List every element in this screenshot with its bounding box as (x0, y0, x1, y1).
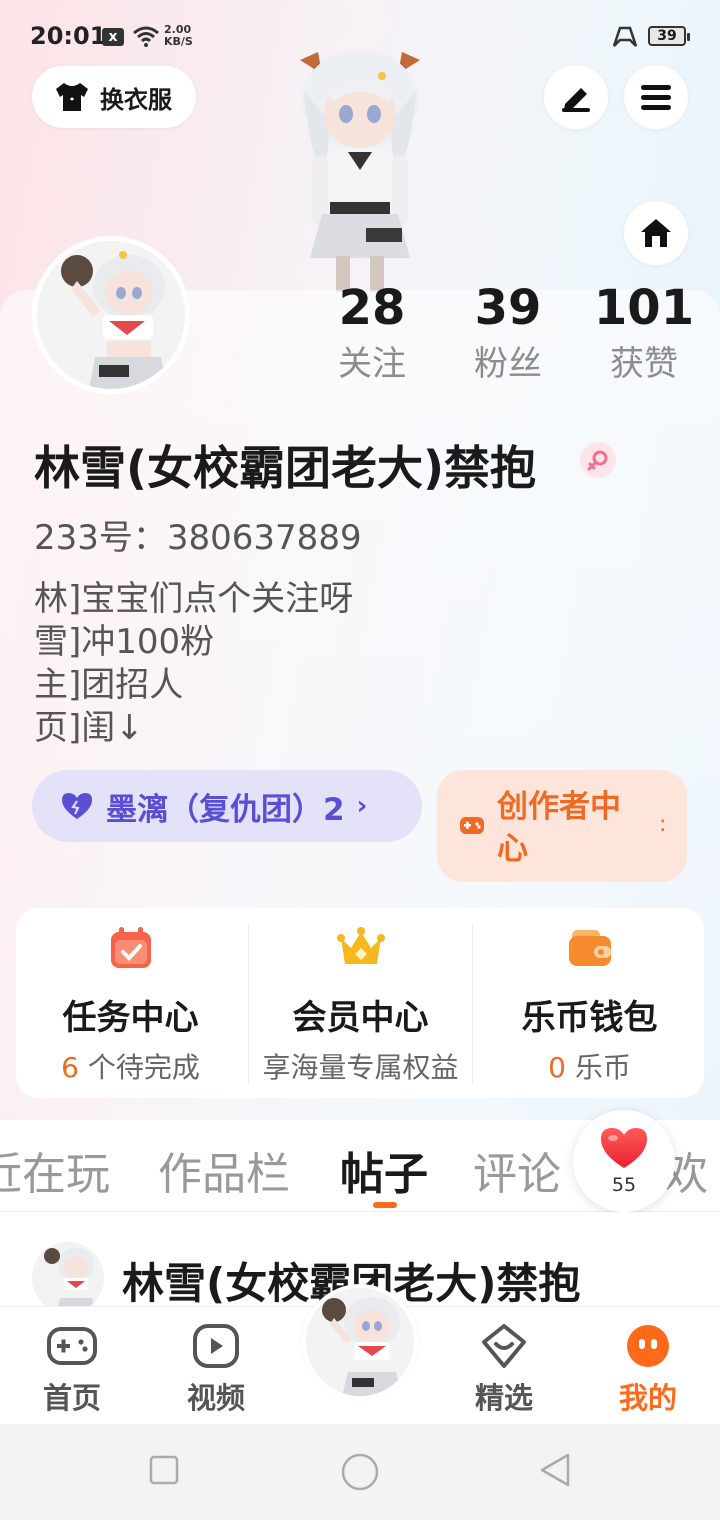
stat-followers[interactable]: 39 粉丝 (443, 280, 573, 386)
bio-line: 林]宝宝们点个关注呀 (34, 579, 354, 619)
creator-game-icon (460, 817, 484, 834)
gamepad-icon (47, 1327, 97, 1365)
stat-following[interactable]: 28 关注 (307, 280, 437, 386)
net-speed-unit: KB/S (164, 35, 193, 48)
services-panel: 任务中心 6 个待完成 会员中心 享海量专属权益 乐币钱包 0 乐币 (16, 908, 704, 1098)
likes-count: 101 (593, 280, 695, 336)
tab-posts[interactable]: 帖子 (340, 1138, 428, 1202)
home-circle-icon[interactable] (340, 1452, 380, 1492)
following-label: 关注 (338, 344, 406, 384)
creator-trailing: : (659, 812, 667, 837)
likes-label: 获赞 (610, 344, 678, 384)
coin-wallet-title: 乐币钱包 (521, 998, 658, 1038)
nav-mine[interactable]: 我的 (588, 1323, 708, 1417)
bio-line: 主]团招人 (34, 665, 184, 705)
member-center-title: 会员中心 (292, 998, 429, 1038)
nav-featured-label: 精选 (474, 1381, 533, 1415)
bio-line: 雪]冲100粉 (34, 622, 215, 662)
avatar-image (37, 241, 185, 389)
member-center-sub-text: 享海量专属权益 (262, 1051, 459, 1084)
wifi-icon (133, 26, 159, 47)
net-speed: 2.00 KB/S (164, 24, 193, 48)
recent-apps-icon[interactable] (148, 1454, 180, 1486)
calendar-check-icon (110, 927, 151, 968)
task-center-sub-text: 个待完成 (78, 1051, 200, 1084)
character-figure-image (300, 52, 420, 292)
battery-icon: 39 (648, 26, 690, 46)
edit-icon (562, 88, 590, 112)
smile-face-icon (627, 1325, 669, 1367)
system-navigation-bar (0, 1424, 720, 1520)
change-outfit-button[interactable]: 换衣服 (32, 66, 196, 128)
home-button[interactable] (624, 201, 688, 265)
coin-wallet-sub: 0 乐币 (475, 1046, 704, 1086)
followers-label: 粉丝 (474, 344, 542, 384)
creator-center-label: 创作者中心 (497, 789, 621, 867)
post-author-avatar[interactable] (32, 1242, 104, 1314)
user-id: 233号：380637889 (34, 518, 362, 558)
home-icon (641, 219, 671, 247)
task-center-sub: 6 个待完成 (16, 1046, 245, 1086)
heart-chat-icon (482, 1324, 526, 1368)
guild-label: 墨漓（复仇团）2 (106, 791, 345, 828)
following-count: 28 (338, 280, 406, 336)
center-avatar-image (306, 1288, 414, 1396)
divider (472, 924, 473, 1084)
task-center-title: 任务中心 (62, 998, 199, 1038)
coin-wallet-sub-text: 乐币 (565, 1051, 631, 1084)
nav-home[interactable]: 首页 (12, 1323, 132, 1417)
nav-video-label: 视频 (186, 1381, 245, 1415)
crown-icon (336, 927, 385, 964)
edit-profile-button[interactable] (544, 65, 608, 129)
active-tab-indicator (373, 1202, 397, 1208)
status-time: 20:01 (30, 22, 107, 50)
game-mode-icon (612, 26, 638, 47)
coin-balance: 0 (548, 1051, 566, 1084)
heart-icon (62, 793, 92, 819)
member-center-sub: 享海量专属权益 (246, 1046, 475, 1086)
coin-wallet-button[interactable]: 乐币钱包 0 乐币 (475, 908, 704, 1098)
task-center-button[interactable]: 任务中心 6 个待完成 (16, 908, 245, 1098)
female-gender-icon (580, 442, 616, 478)
nav-home-label: 首页 (42, 1381, 101, 1415)
close-notification-icon: x (102, 28, 124, 46)
center-avatar-button[interactable] (302, 1284, 418, 1400)
profile-nickname: 林雪(女校霸团老大)禁抱 (34, 441, 537, 495)
task-count: 6 (61, 1051, 79, 1084)
member-center-button[interactable]: 会员中心 享海量专属权益 (246, 908, 475, 1098)
followers-count: 39 (474, 280, 542, 336)
heart-icon (601, 1128, 647, 1168)
tab-recently-played[interactable]: 近在玩 (0, 1138, 110, 1202)
like-button[interactable]: 55 (573, 1110, 675, 1212)
shirt-icon (56, 83, 88, 111)
menu-button[interactable] (624, 65, 688, 129)
stat-likes[interactable]: 101 获赞 (579, 280, 709, 386)
like-count: 55 (611, 1174, 637, 1196)
video-play-icon (193, 1324, 239, 1368)
tab-comments[interactable]: 评论 (473, 1138, 561, 1202)
creator-center-button[interactable]: 创作者中心 : (437, 770, 687, 882)
chevron-right-icon: › (356, 791, 368, 821)
back-triangle-icon[interactable] (538, 1452, 572, 1488)
tab-works[interactable]: 作品栏 (158, 1138, 290, 1202)
post-author-avatar-image (32, 1242, 104, 1314)
avatar[interactable] (32, 236, 190, 394)
nav-video[interactable]: 视频 (156, 1323, 276, 1417)
nav-featured[interactable]: 精选 (444, 1323, 564, 1417)
guild-chip[interactable]: 墨漓（复仇团）2 › (32, 770, 422, 842)
change-outfit-label: 换衣服 (100, 85, 172, 114)
nav-mine-label: 我的 (618, 1381, 677, 1415)
wallet-icon (568, 930, 611, 966)
bio-line: 页]闺↓ (34, 708, 144, 748)
menu-icon (641, 85, 671, 110)
